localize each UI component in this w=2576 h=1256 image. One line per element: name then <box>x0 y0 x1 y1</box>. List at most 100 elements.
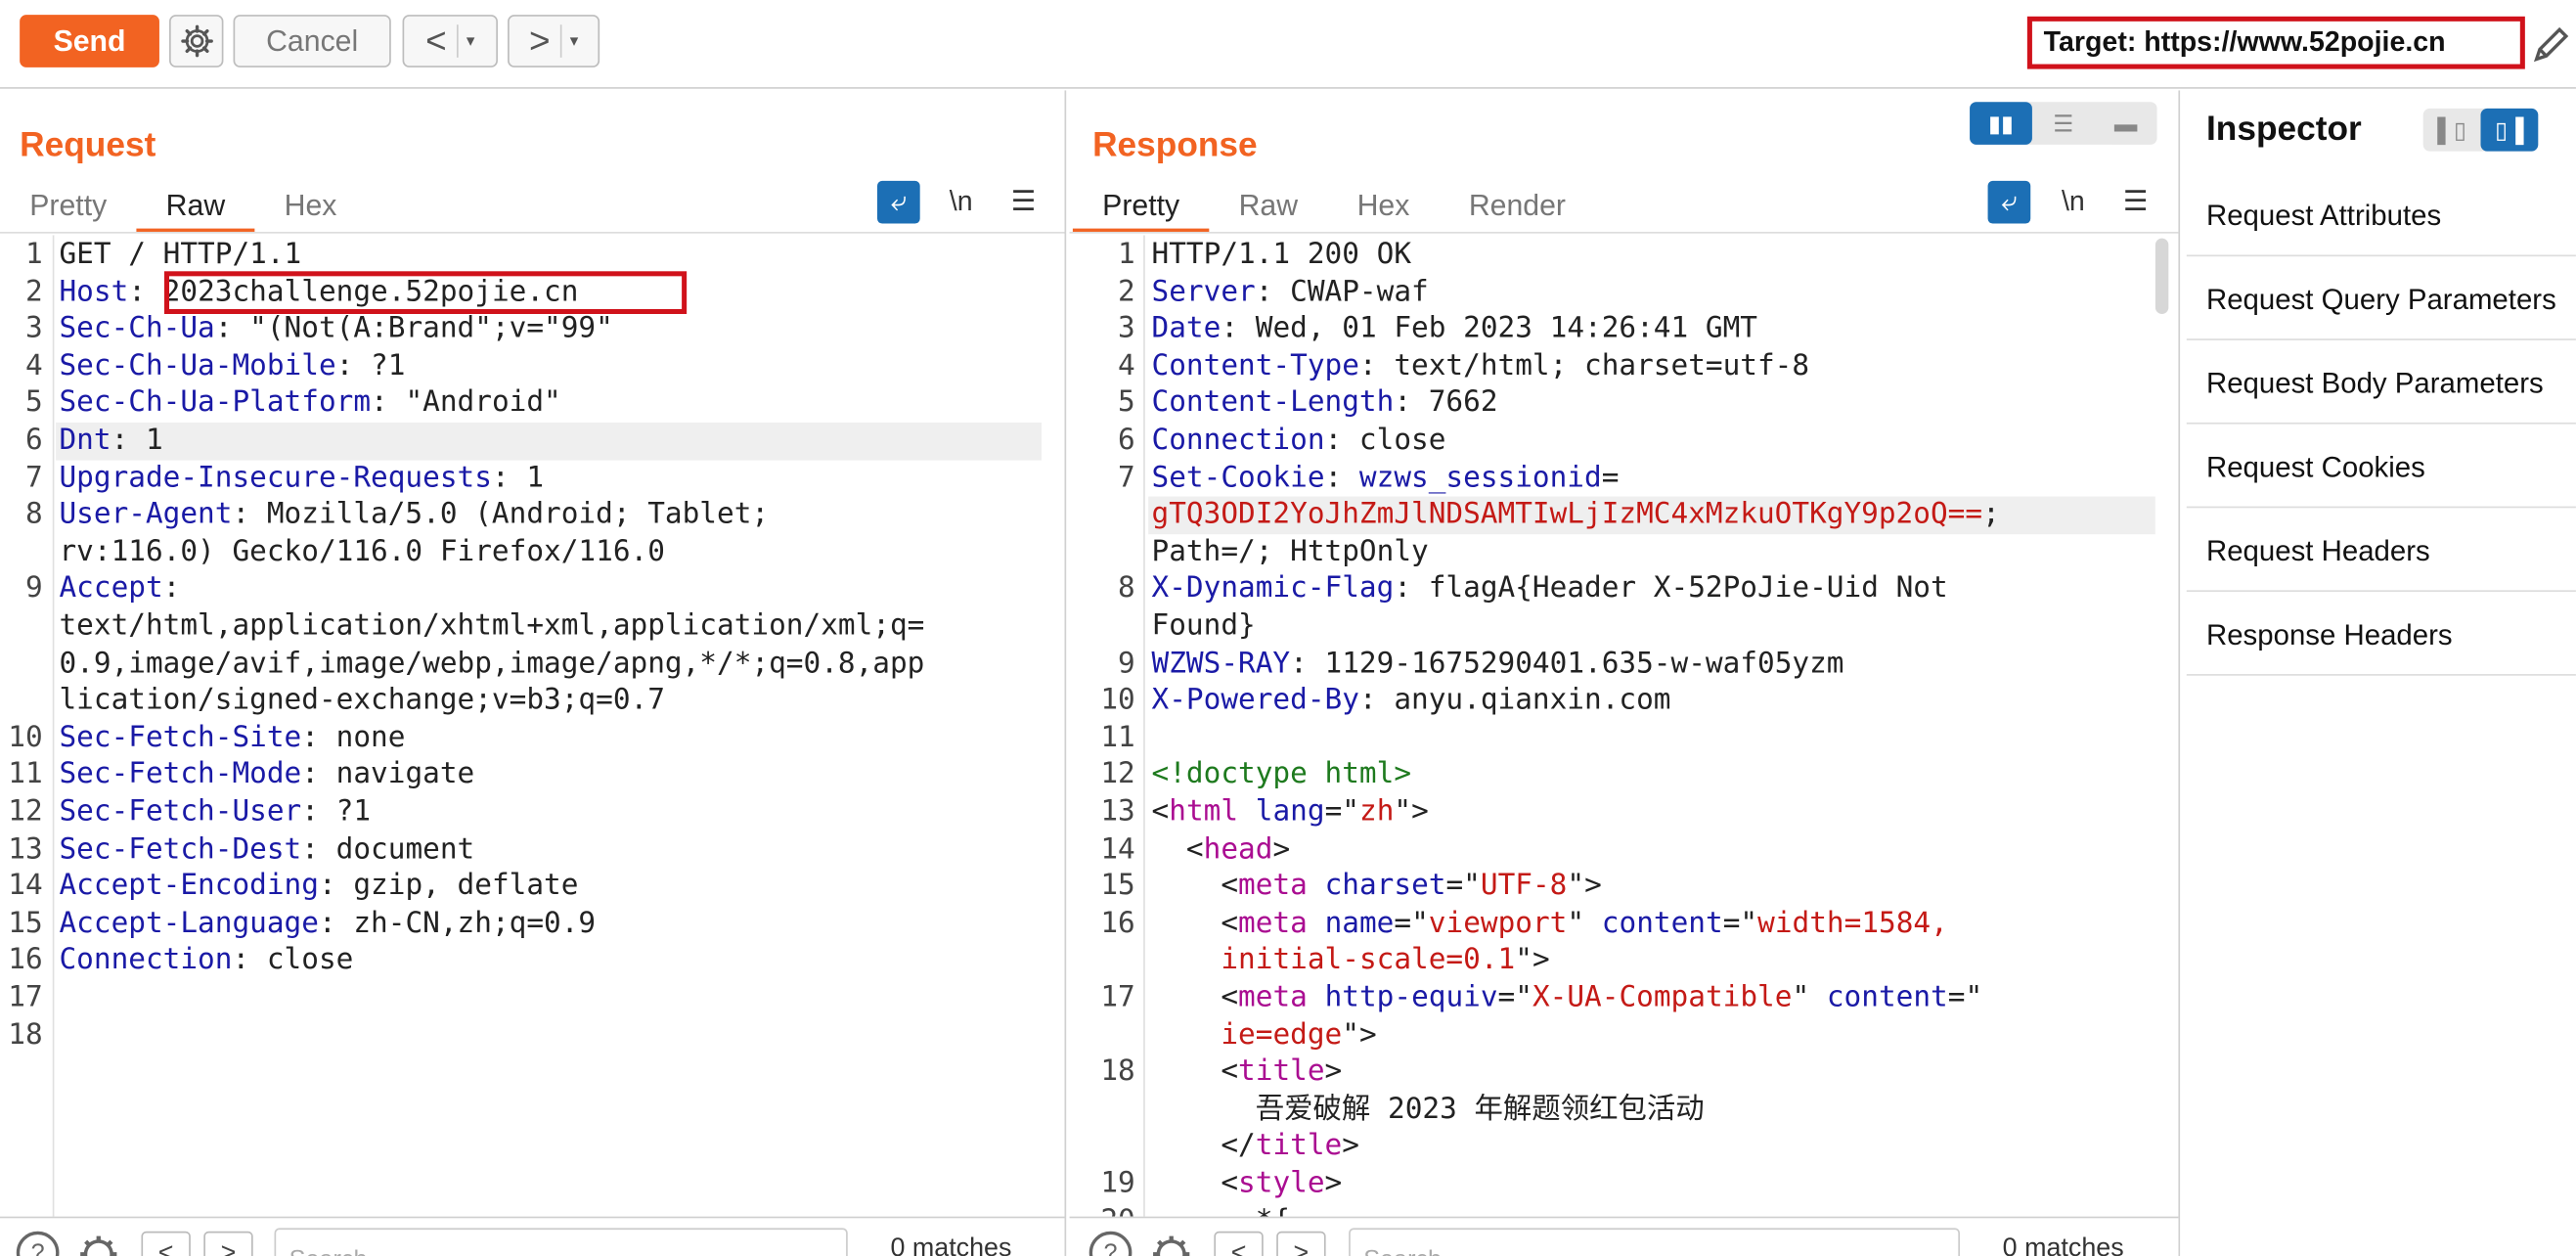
code-token: 0.9,image/avif,image/webp,image/apng,*/*… <box>59 647 925 681</box>
line-number: 18 <box>1100 1055 1135 1089</box>
code-token: : close <box>232 944 354 977</box>
tab-raw[interactable]: Raw <box>136 186 255 232</box>
cancel-button[interactable]: Cancel <box>233 15 391 67</box>
code-line: WZWS-RAY: 1129-1675290401.635-w-waf05yzm <box>1152 646 1844 683</box>
inspector-item-request-body-parameters[interactable]: Request Body Parameters <box>2186 340 2576 425</box>
wrap-lines-icon[interactable]: ⤶ <box>1987 180 2031 224</box>
code-line: 吾爱破解 2023 年解题领红包活动 <box>1152 1092 1705 1129</box>
tab-raw[interactable]: Raw <box>1209 186 1327 232</box>
line-number: 16 <box>1100 907 1135 940</box>
code-token: "> <box>1515 944 1550 977</box>
layout-side-by-side-icon[interactable]: ▮▮ <box>1970 102 2032 145</box>
panel-right-icon[interactable]: ▯▐ <box>2480 108 2539 152</box>
line-number: 18 <box>8 1018 43 1052</box>
help-icon[interactable]: ? <box>1088 1231 1133 1256</box>
code-line: <style> <box>1152 1166 1343 1203</box>
pencil-icon[interactable] <box>2527 20 2576 68</box>
code-token: : gzip, deflate <box>318 870 579 903</box>
code-token: Accept-Encoding <box>59 870 319 903</box>
newline-toggle[interactable]: \n <box>2052 181 2095 224</box>
code-line: Accept-Encoding: gzip, deflate <box>59 869 578 906</box>
code-token: " <box>1567 907 1602 940</box>
inspector-item-request-query-parameters[interactable]: Request Query Parameters <box>2186 256 2576 340</box>
request-editor[interactable]: 1 GET / HTTP/1.1 2 Host: 2023challenge.52po… <box>0 235 1042 1217</box>
tab-pretty[interactable]: Pretty <box>0 186 136 232</box>
panel-left-icon[interactable]: ▌▯ <box>2423 109 2481 152</box>
menu-icon[interactable]: ☰ <box>2114 181 2157 224</box>
search-next-button[interactable]: > <box>1276 1231 1326 1256</box>
tab-hex[interactable]: Hex <box>254 186 366 232</box>
inspector-item-response-headers[interactable]: Response Headers <box>2186 592 2576 676</box>
line-number: 2 <box>24 275 43 309</box>
layout-tabs-icon[interactable]: ▬ <box>2095 102 2157 145</box>
chevron-down-icon[interactable]: ▾ <box>456 24 474 58</box>
code-token: meta <box>1238 981 1308 1014</box>
send-button[interactable]: Send <box>20 15 159 67</box>
tab-hex[interactable]: Hex <box>1327 186 1439 232</box>
code-token: =" <box>1324 795 1360 830</box>
code-token: meta <box>1238 870 1308 903</box>
inspector-item-request-attributes[interactable]: Request Attributes <box>2186 172 2576 257</box>
target-url[interactable]: Target: https://www.52pojie.cn <box>2026 16 2525 69</box>
inspector-pane: Inspector ▌▯ ▯▐ Request Attributes Reque… <box>2183 90 2576 1256</box>
inspector-item-request-cookies[interactable]: Request Cookies <box>2186 425 2576 509</box>
code-token: : Mozilla/5.0 (Android; Tablet; <box>232 498 770 532</box>
line-number: 13 <box>8 832 43 866</box>
code-line: <title> <box>1152 1054 1342 1092</box>
line-number: 19 <box>1100 1167 1135 1200</box>
search-prev-button[interactable]: < <box>141 1231 191 1256</box>
history-forward-button[interactable]: > ▾ <box>508 15 600 67</box>
tab-pretty[interactable]: Pretty <box>1072 186 1210 232</box>
response-search-bar: ? < > Search... 0 matches <box>1069 1216 2179 1256</box>
search-input[interactable]: Search... <box>1349 1228 1961 1256</box>
code-line: <html lang="zh"> <box>1152 794 1429 831</box>
line-number: 14 <box>1100 832 1135 866</box>
wrap-lines-icon[interactable]: ⤶ <box>877 180 920 224</box>
line-number: 15 <box>1100 870 1135 903</box>
code-line: HTTP/1.1 200 OK <box>1152 237 1411 274</box>
search-next-button[interactable]: > <box>203 1231 253 1256</box>
gear-icon[interactable] <box>75 1232 121 1256</box>
menu-icon[interactable]: ☰ <box>1002 181 1045 224</box>
help-icon[interactable]: ? <box>16 1231 60 1256</box>
settings-gear-button[interactable] <box>169 15 224 67</box>
layout-stacked-icon[interactable]: ☰ <box>2032 102 2095 145</box>
code-line: Connection: close <box>59 943 353 980</box>
tab-render[interactable]: Render <box>1440 186 1596 232</box>
code-line: Content-Length: 7662 <box>1152 385 1498 423</box>
line-number: 20 <box>1073 1203 1134 1216</box>
history-back-button[interactable]: < ▾ <box>402 15 498 67</box>
code-line: text/html,application/xhtml+xml,applicat… <box>59 608 924 646</box>
code-token: : "(Not(A:Brand";v="99" <box>214 312 613 346</box>
code-token: WZWS-RAY <box>1151 647 1291 681</box>
line-number: 9 <box>24 572 43 606</box>
gear-icon[interactable] <box>1148 1232 1194 1256</box>
code-line: Dnt: 1 <box>59 423 162 460</box>
response-tabs: Pretty Raw Hex Render <box>1072 186 1596 232</box>
scrollbar-thumb[interactable] <box>2154 238 2169 314</box>
code-line: Accept-Language: zh-CN,zh;q=0.9 <box>59 906 596 943</box>
code-token: UTF-8 <box>1480 870 1568 903</box>
code-token: : zh-CN,zh;q=0.9 <box>318 907 597 940</box>
code-token: < <box>1151 907 1239 940</box>
inspector-item-request-headers[interactable]: Request Headers <box>2186 508 2576 593</box>
newline-toggle[interactable]: \n <box>940 181 983 224</box>
code-line: Set-Cookie: wzws_sessionid= <box>1152 460 1620 497</box>
code-token: : <box>1324 461 1359 495</box>
chevron-down-icon[interactable]: ▾ <box>559 24 578 58</box>
code-token: viewport <box>1428 907 1568 940</box>
response-editor[interactable]: 1 HTTP/1.1 200 OK 2 Server: CWAP-waf 3 Date: … <box>1073 235 2155 1217</box>
search-input[interactable]: Search... <box>274 1228 848 1256</box>
code-token: =" <box>1445 870 1481 903</box>
code-token: > <box>1324 1167 1343 1200</box>
code-token: lang <box>1255 795 1325 830</box>
code-token: Sec-Fetch-Mode <box>59 758 302 792</box>
code-token: title <box>1255 1130 1343 1163</box>
chevron-right-icon: > <box>528 20 551 62</box>
code-token: =" <box>1497 981 1532 1014</box>
code-token: : CWAP-waf <box>1255 275 1429 309</box>
search-prev-button[interactable]: < <box>1214 1231 1264 1256</box>
code-line: 0.9,image/avif,image/webp,image/apng,*/*… <box>59 646 924 683</box>
